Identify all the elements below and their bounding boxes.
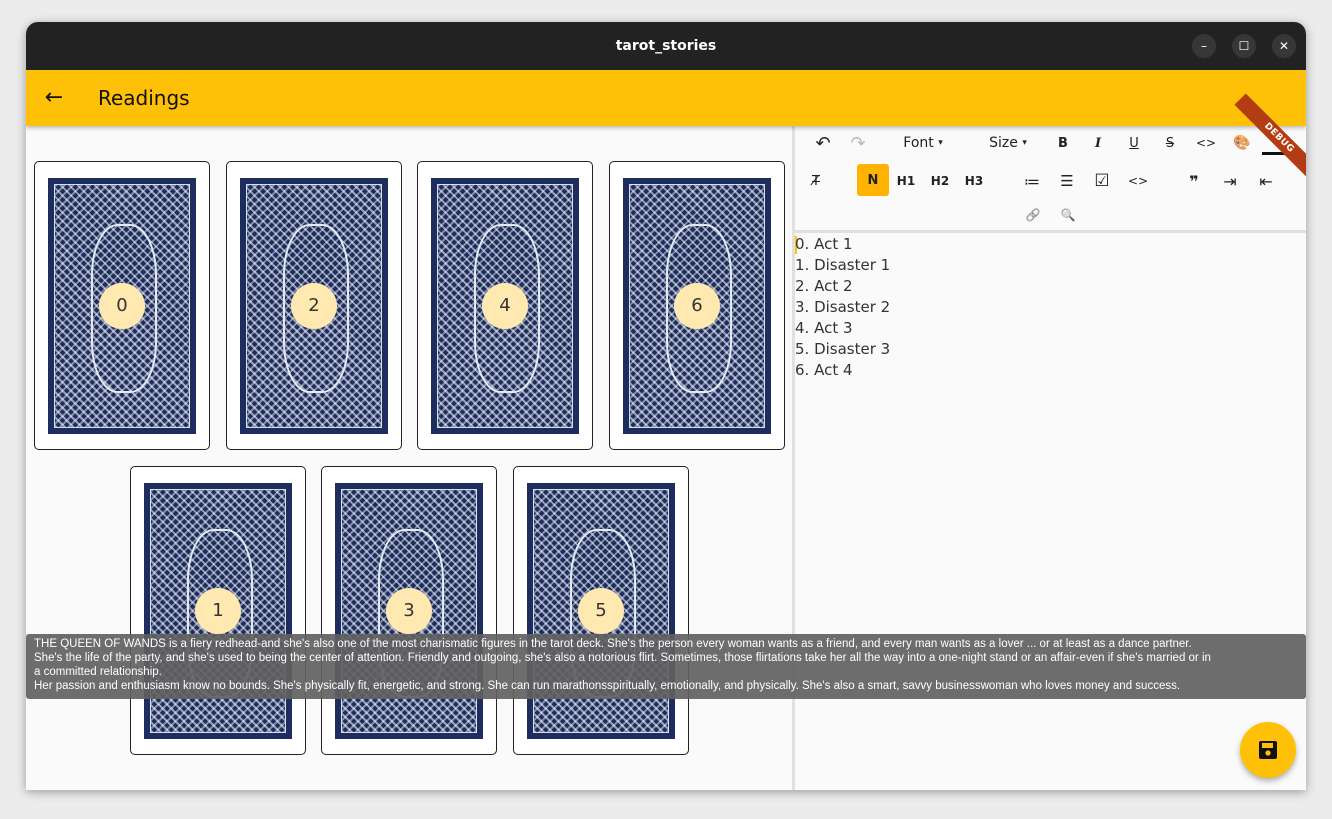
- undo-icon: ↶: [815, 132, 831, 154]
- editor-content[interactable]: 0. Act 1 1. Disaster 1 2. Act 2 3. Disas…: [795, 234, 890, 381]
- size-label: Size: [989, 135, 1018, 151]
- format-clear-icon: T̸: [812, 173, 820, 189]
- font-label: Font: [903, 135, 934, 151]
- strikethrough-button[interactable]: S: [1155, 128, 1185, 158]
- bullet-list-button[interactable]: ☰: [1052, 166, 1082, 196]
- card[interactable]: 3: [321, 466, 497, 755]
- format-indent-increase-icon: ⇥: [1223, 171, 1237, 191]
- code-icon: <>: [1127, 174, 1149, 188]
- search-button[interactable]: 🔍: [1053, 200, 1083, 230]
- tooltip-line: Her passion and enthusiasm know no bound…: [34, 680, 1181, 692]
- minimize-icon: –: [1201, 39, 1207, 53]
- inline-code-button[interactable]: <>: [1191, 128, 1221, 158]
- card-number-badge: 3: [386, 587, 432, 634]
- h3-button[interactable]: H3: [959, 166, 989, 196]
- card-number-badge: 0: [99, 282, 145, 329]
- window-title: tarot_stories: [615, 38, 717, 54]
- card-number-badge: 1: [195, 587, 241, 634]
- format-list-numbered-icon: ≔: [1024, 171, 1040, 191]
- toolbar-divider: [795, 230, 1306, 233]
- format-indent-decrease-icon: ⇤: [1259, 171, 1273, 191]
- close-button[interactable]: ✕: [1272, 34, 1296, 58]
- h1-label: H1: [896, 174, 916, 188]
- card-number-badge: 5: [578, 587, 624, 634]
- card[interactable]: 2: [226, 161, 402, 450]
- outdent-button[interactable]: ⇤: [1251, 166, 1281, 196]
- strikethrough-icon: S: [1165, 135, 1175, 151]
- normal-style-button[interactable]: N: [857, 164, 889, 196]
- card[interactable]: 4: [417, 161, 593, 450]
- close-icon: ✕: [1278, 39, 1290, 53]
- tooltip-line: THE QUEEN OF WANDS is a fiery redhead-an…: [34, 638, 1192, 650]
- check-box-icon: ☑: [1094, 171, 1110, 191]
- redo-icon: ↷: [850, 132, 866, 154]
- card[interactable]: 0: [34, 161, 210, 450]
- page-title: Readings: [98, 86, 190, 110]
- ordered-list-button[interactable]: ≔: [1017, 166, 1047, 196]
- tooltip-line: a committed relationship.: [34, 666, 162, 678]
- editor-line: 0. Act 1: [795, 235, 853, 253]
- quote-button[interactable]: ❞: [1179, 166, 1209, 196]
- editor-line: 4. Act 3: [795, 319, 853, 337]
- format-list-bulleted-icon: ☰: [1060, 172, 1074, 190]
- checkbox-list-button[interactable]: ☑: [1087, 166, 1117, 196]
- italic-icon: I: [1094, 135, 1102, 151]
- save-button[interactable]: [1240, 722, 1296, 778]
- clear-format-button[interactable]: T̸: [801, 166, 831, 196]
- back-button[interactable]: ←: [40, 84, 68, 112]
- underline-icon: U: [1129, 135, 1139, 151]
- code-block-button[interactable]: <>: [1123, 166, 1153, 196]
- h2-button[interactable]: H2: [925, 166, 955, 196]
- card-description-tooltip: THE QUEEN OF WANDS is a fiery redhead-an…: [26, 634, 1306, 699]
- underline-button[interactable]: U: [1119, 128, 1149, 158]
- text-color-button[interactable]: 🎨: [1227, 128, 1257, 158]
- app-window: tarot_stories – ☐ ✕ ← Readings DEBUG 0 2…: [26, 22, 1306, 790]
- card-number-badge: 4: [482, 282, 528, 329]
- app-bar: ← Readings DEBUG: [26, 70, 1306, 183]
- card[interactable]: 6: [609, 161, 785, 450]
- minimize-button[interactable]: –: [1192, 34, 1216, 58]
- code-icon: <>: [1195, 136, 1217, 150]
- indent-button[interactable]: ⇥: [1215, 166, 1245, 196]
- chevron-down-icon: ▾: [938, 138, 943, 148]
- size-dropdown[interactable]: Size ▾: [978, 128, 1038, 158]
- editor-line: 3. Disaster 2: [795, 298, 891, 316]
- editor-line: 5. Disaster 3: [795, 340, 891, 358]
- editor-line: 6. Act 4: [795, 361, 853, 379]
- title-bar: tarot_stories – ☐ ✕: [26, 22, 1306, 70]
- card[interactable]: 5: [513, 466, 689, 755]
- h3-label: H3: [964, 174, 984, 188]
- italic-button[interactable]: I: [1083, 128, 1113, 158]
- maximize-icon: ☐: [1238, 39, 1250, 53]
- h2-label: H2: [930, 174, 950, 188]
- palette-icon: 🎨: [1233, 135, 1251, 151]
- normal-label: N: [867, 172, 879, 188]
- bold-button[interactable]: B: [1048, 128, 1078, 158]
- tooltip-line: She's the life of the party, and she's u…: [34, 652, 1211, 664]
- arrow-back-icon: ←: [44, 85, 64, 110]
- chevron-down-icon: ▾: [1022, 138, 1027, 148]
- editor-line: 2. Act 2: [795, 277, 853, 295]
- redo-button[interactable]: ↷: [843, 128, 873, 158]
- link-button[interactable]: 🔗: [1018, 200, 1048, 230]
- format-quote-icon: ❞: [1189, 171, 1199, 191]
- save-icon: [1259, 741, 1277, 759]
- link-icon: 🔗: [1025, 208, 1041, 222]
- maximize-button[interactable]: ☐: [1232, 34, 1256, 58]
- font-dropdown[interactable]: Font ▾: [893, 128, 953, 158]
- bold-icon: B: [1058, 135, 1068, 151]
- h1-button[interactable]: H1: [891, 166, 921, 196]
- editor-line: 1. Disaster 1: [795, 256, 891, 274]
- card-number-badge: 2: [291, 282, 337, 329]
- search-icon: 🔍: [1060, 208, 1076, 222]
- undo-button[interactable]: ↶: [808, 128, 838, 158]
- card[interactable]: 1: [130, 466, 306, 755]
- card-number-badge: 6: [674, 282, 720, 329]
